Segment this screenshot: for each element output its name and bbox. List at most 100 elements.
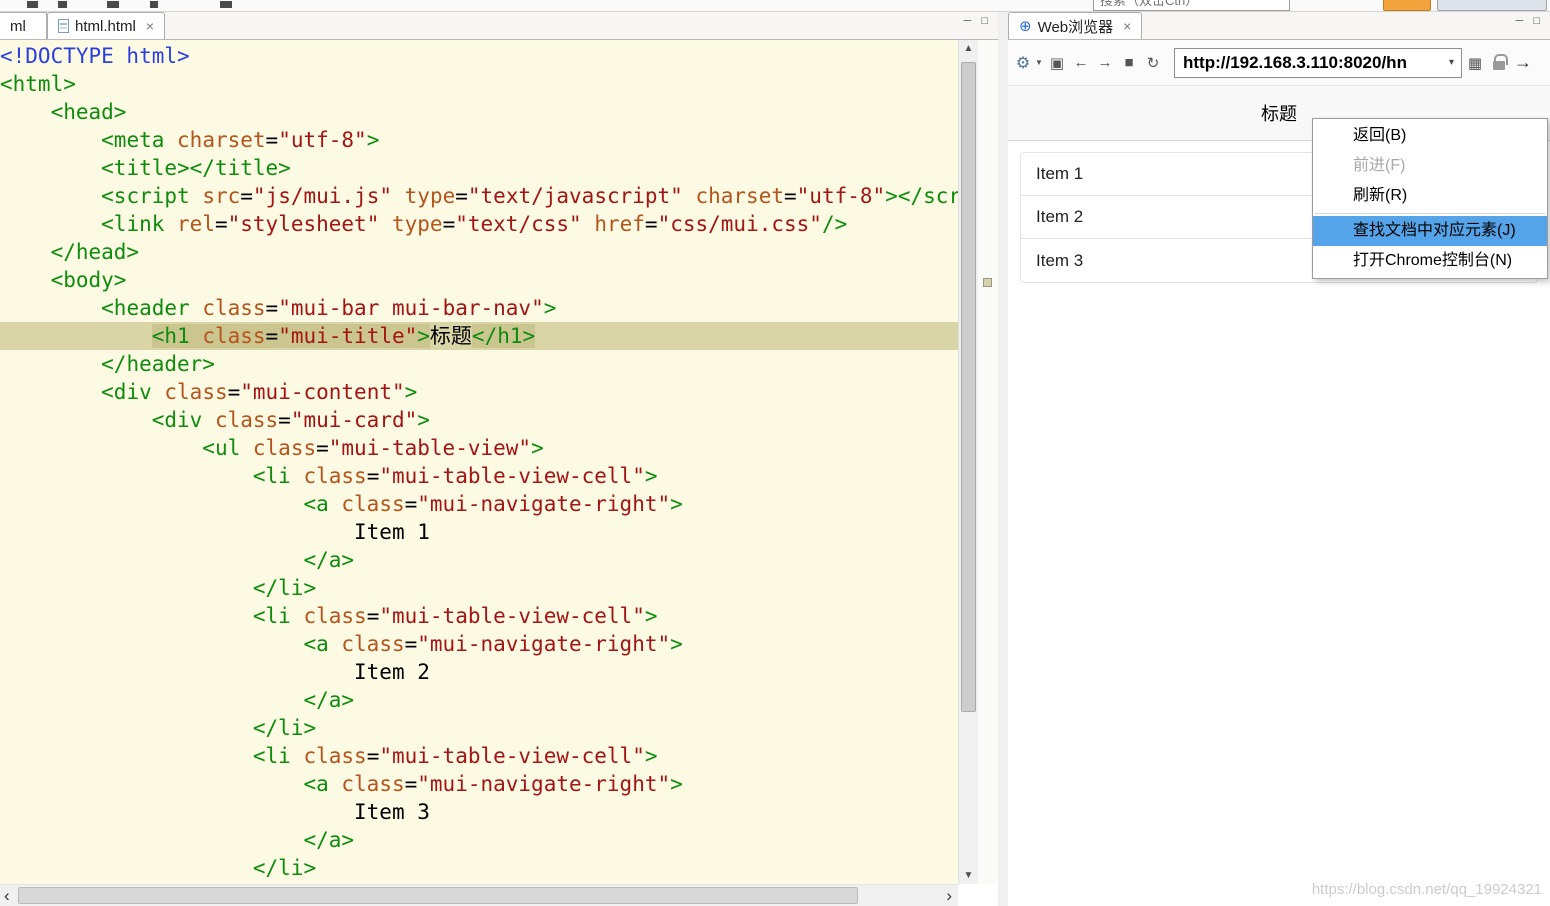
code-line[interactable]: <head>: [0, 98, 958, 126]
code-line[interactable]: <li class="mui-table-view-cell">: [0, 602, 958, 630]
code-token: =: [442, 212, 456, 236]
code-line[interactable]: </header>: [0, 350, 958, 378]
go-arrow-icon[interactable]: →: [1512, 52, 1534, 73]
tab-label: Web浏览器: [1037, 18, 1114, 36]
menu-item[interactable]: 打开Chrome控制台(N): [1313, 246, 1547, 276]
panel-splitter[interactable]: [998, 12, 1008, 906]
code-line[interactable]: <ul class="mui-table-view">: [0, 434, 958, 462]
toolbar-button-fragment[interactable]: [1437, 0, 1547, 11]
code-token: =: [214, 212, 228, 236]
code-token: =: [265, 324, 279, 348]
refresh-icon[interactable]: ↻: [1142, 54, 1164, 72]
menu-item[interactable]: 刷新(R): [1313, 181, 1547, 211]
code-line[interactable]: Item 1: [0, 518, 958, 546]
code-line[interactable]: </li>: [0, 854, 958, 882]
code-line[interactable]: <div class="mui-card">: [0, 406, 958, 434]
close-icon[interactable]: ×: [146, 18, 154, 34]
code-token: <!DOCTYPE html>: [0, 44, 190, 68]
occurrence-marker[interactable]: [983, 278, 992, 287]
code-line[interactable]: </a>: [0, 686, 958, 714]
code-token: class: [303, 604, 367, 628]
lock-icon[interactable]: [1488, 54, 1510, 70]
code-token: />: [821, 212, 848, 236]
scrollbar-thumb[interactable]: [961, 62, 976, 712]
minimize-icon[interactable]: ─: [1516, 15, 1524, 27]
panel-window-buttons: ─ □: [964, 12, 998, 27]
scroll-down-icon[interactable]: ▼: [959, 870, 978, 881]
code-token: <a: [303, 492, 329, 516]
scroll-right-icon[interactable]: ›: [946, 886, 952, 906]
close-icon[interactable]: ×: [1123, 18, 1131, 34]
code-token: type: [404, 184, 456, 208]
settings-gear-icon[interactable]: ⚙: [1014, 53, 1032, 73]
global-search-input[interactable]: [1093, 0, 1290, 11]
code-line[interactable]: <a class="mui-navigate-right">: [0, 630, 958, 658]
code-line[interactable]: <header class="mui-bar mui-bar-nav">: [0, 294, 958, 322]
toolbar-icon-fragment: [150, 1, 158, 8]
code-line[interactable]: </a>: [0, 546, 958, 574]
code-line[interactable]: <title></title>: [0, 154, 958, 182]
menu-item: 前进(F): [1353, 157, 1406, 174]
back-icon[interactable]: ←: [1070, 54, 1092, 71]
code-line[interactable]: </li>: [0, 714, 958, 742]
toolbar-button-fragment[interactable]: [1383, 0, 1431, 11]
code-line[interactable]: Item 3: [0, 798, 958, 826]
vertical-scrollbar[interactable]: ▲ ▼: [958, 40, 978, 884]
code-token: =: [366, 604, 380, 628]
top-toolbar-clipped: [0, 0, 1550, 12]
menu-item[interactable]: 返回(B): [1313, 121, 1547, 151]
globe-icon: ⊕: [1019, 18, 1032, 35]
scrollbar-thumb[interactable]: [18, 887, 858, 904]
code-line[interactable]: <meta charset="utf-8">: [0, 126, 958, 154]
browser-tab[interactable]: ⊕ Web浏览器 ×: [1008, 12, 1143, 39]
menu-item[interactable]: 查找文档中对应元素(J): [1313, 216, 1547, 246]
code-line[interactable]: <html>: [0, 70, 958, 98]
horizontal-scrollbar[interactable]: ‹ ›: [0, 884, 958, 906]
url-input[interactable]: http://192.168.3.110:8020/hn ▾: [1174, 47, 1462, 78]
settings-caret-icon[interactable]: ▼: [1034, 58, 1044, 67]
code-line[interactable]: <!DOCTYPE html>: [0, 42, 958, 70]
editor-tab-partial[interactable]: ml: [0, 12, 47, 39]
maximize-icon[interactable]: □: [1533, 15, 1540, 27]
code-line[interactable]: <li class="mui-table-view-cell">: [0, 742, 958, 770]
minimize-icon[interactable]: ─: [964, 15, 972, 27]
code-line[interactable]: Item 2: [0, 658, 958, 686]
code-line[interactable]: <h1 class="mui-title">标题</h1>: [0, 322, 958, 350]
scroll-left-icon[interactable]: ‹: [4, 886, 10, 906]
editor-tab-html[interactable]: html.html ×: [47, 12, 166, 39]
maximize-icon[interactable]: □: [981, 15, 988, 27]
code-line[interactable]: <script src="js/mui.js" type="text/javas…: [0, 182, 958, 210]
code-editor[interactable]: <!DOCTYPE html> <html> <head> <meta chars…: [0, 40, 958, 884]
code-line[interactable]: <li class="mui-table-view-cell">: [0, 462, 958, 490]
list-item-label: Item 3: [1036, 250, 1084, 270]
url-dropdown-icon[interactable]: ▾: [1446, 57, 1457, 68]
code-line[interactable]: <a class="mui-navigate-right">: [0, 490, 958, 518]
code-line[interactable]: </a>: [0, 826, 958, 854]
code-line[interactable]: </head>: [0, 238, 958, 266]
code-token: </li>: [252, 576, 317, 600]
stop-icon[interactable]: ■: [1118, 54, 1140, 71]
page-title: 标题: [1261, 104, 1297, 124]
code-line[interactable]: <link rel="stylesheet" type="text/css" h…: [0, 210, 958, 238]
qr-grid-icon[interactable]: ▦: [1464, 54, 1486, 72]
forward-icon[interactable]: →: [1094, 54, 1116, 71]
open-external-window-icon[interactable]: ▣: [1046, 54, 1068, 72]
scroll-up-icon[interactable]: ▲: [959, 43, 978, 54]
code-line[interactable]: <a class="mui-navigate-right">: [0, 770, 958, 798]
code-token: </li>: [252, 716, 317, 740]
code-line[interactable]: <div class="mui-content">: [0, 378, 958, 406]
code-token: <html>: [0, 72, 76, 96]
code-line[interactable]: <body>: [0, 266, 958, 294]
code-line[interactable]: </li>: [0, 574, 958, 602]
